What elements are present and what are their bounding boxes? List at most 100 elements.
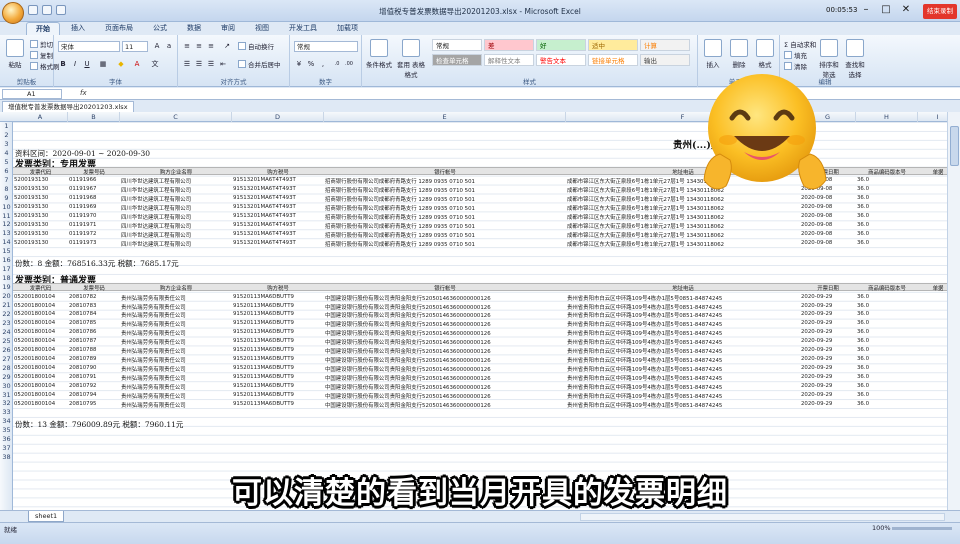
font-name-select[interactable]: 宋体: [58, 41, 120, 52]
row-header[interactable]: 19: [0, 283, 13, 291]
close-icon[interactable]: ✕: [900, 4, 912, 16]
row-header[interactable]: 36: [0, 435, 13, 443]
ribbon-tab[interactable]: 加载项: [328, 22, 367, 35]
row-header[interactable]: 27: [0, 355, 13, 363]
currency-icon[interactable]: ¥: [294, 59, 304, 69]
row-header[interactable]: 17: [0, 265, 13, 273]
cell-style-item[interactable]: 警告文本: [536, 54, 586, 66]
align-middle-icon[interactable]: ≡: [194, 41, 204, 51]
column-header[interactable]: B: [68, 112, 120, 122]
conditional-format-button[interactable]: 条件格式: [364, 39, 394, 69]
row-header[interactable]: 14: [0, 238, 13, 246]
increase-decimal-icon[interactable]: .0: [332, 59, 342, 69]
grow-font-icon[interactable]: A: [152, 41, 162, 51]
fx-icon[interactable]: fx: [80, 89, 87, 97]
row-header[interactable]: 2: [0, 131, 13, 139]
row-header[interactable]: 38: [0, 453, 13, 461]
table-format-button[interactable]: 套用 表格格式: [396, 39, 426, 79]
row-header[interactable]: 24: [0, 328, 13, 336]
maximize-icon[interactable]: □: [880, 4, 892, 16]
ribbon-tab[interactable]: 审阅: [212, 22, 244, 35]
font-size-select[interactable]: 11: [122, 41, 148, 52]
column-header[interactable]: E: [324, 112, 566, 122]
ribbon-tab[interactable]: 公式: [144, 22, 176, 35]
row-header[interactable]: 11: [0, 212, 13, 220]
orientation-icon[interactable]: ↗: [222, 41, 232, 51]
row-header[interactable]: 21: [0, 301, 13, 309]
stop-recording-button[interactable]: 结束录制: [923, 4, 957, 19]
delete-cells-button[interactable]: 删除: [726, 39, 752, 69]
comma-icon[interactable]: ,: [318, 59, 328, 69]
row-header[interactable]: 18: [0, 274, 13, 282]
align-center-icon[interactable]: ☰: [194, 59, 204, 69]
column-header[interactable]: D: [232, 112, 324, 122]
align-top-icon[interactable]: ≡: [182, 41, 192, 51]
bold-icon[interactable]: B: [58, 59, 68, 69]
align-left-icon[interactable]: ☰: [182, 59, 192, 69]
column-header[interactable]: I: [918, 112, 947, 122]
column-header[interactable]: C: [120, 112, 232, 122]
row-header[interactable]: 30: [0, 382, 13, 390]
merge-center-button[interactable]: 合并后居中: [238, 59, 281, 69]
column-header[interactable]: A: [13, 112, 68, 122]
decrease-decimal-icon[interactable]: .00: [344, 59, 354, 69]
row-header[interactable]: 31: [0, 391, 13, 399]
row-header[interactable]: 37: [0, 444, 13, 452]
wrap-text-button[interactable]: 自动换行: [238, 41, 274, 51]
paste-button[interactable]: 粘贴: [2, 39, 28, 69]
autosum-button[interactable]: Σ 自动求和: [784, 39, 816, 49]
row-header[interactable]: 29: [0, 373, 13, 381]
copy-button[interactable]: 复制: [30, 50, 53, 60]
row-header[interactable]: 3: [0, 140, 13, 148]
number-format-select[interactable]: 常规: [294, 41, 358, 52]
cell-style-item[interactable]: 差: [484, 39, 534, 51]
phonetic-icon[interactable]: 文: [150, 59, 160, 69]
row-header[interactable]: 32: [0, 399, 13, 407]
underline-icon[interactable]: U: [82, 59, 92, 69]
find-select-button[interactable]: 查找和 选择: [842, 39, 868, 79]
ribbon-tab[interactable]: 页面布局: [96, 22, 142, 35]
row-header[interactable]: 6: [0, 167, 13, 175]
row-header[interactable]: 35: [0, 426, 13, 434]
insert-cells-button[interactable]: 插入: [700, 39, 726, 69]
row-header[interactable]: 33: [0, 408, 13, 416]
outdent-icon[interactable]: ⇤: [218, 59, 228, 69]
workbook-tab[interactable]: 增值税专普发票数据导出20201203.xlsx: [2, 101, 134, 112]
cell-style-item[interactable]: 解释性文本: [484, 54, 534, 66]
sheet-tab[interactable]: sheet1: [28, 511, 65, 522]
row-header[interactable]: 12: [0, 220, 13, 228]
row-header[interactable]: 7: [0, 176, 13, 184]
italic-icon[interactable]: I: [70, 59, 80, 69]
border-icon[interactable]: ▦: [98, 59, 108, 69]
row-header[interactable]: 9: [0, 194, 13, 202]
row-header[interactable]: 26: [0, 346, 13, 354]
cell-style-item[interactable]: 输出: [640, 54, 690, 66]
row-header[interactable]: 8: [0, 185, 13, 193]
row-header[interactable]: 34: [0, 417, 13, 425]
row-header[interactable]: 10: [0, 203, 13, 211]
vertical-scrollbar[interactable]: [947, 112, 960, 510]
row-header[interactable]: 25: [0, 337, 13, 345]
cell-style-item[interactable]: 适中: [588, 39, 638, 51]
row-header[interactable]: 15: [0, 247, 13, 255]
ribbon-tab[interactable]: 数据: [178, 22, 210, 35]
column-header[interactable]: H: [856, 112, 918, 122]
format-cells-button[interactable]: 格式: [752, 39, 778, 69]
zoom-slider[interactable]: [892, 527, 952, 530]
cell-style-item[interactable]: 常规: [432, 39, 482, 51]
font-color-icon[interactable]: A: [132, 59, 142, 69]
scroll-thumb[interactable]: [950, 126, 959, 166]
row-header[interactable]: 5: [0, 158, 13, 166]
row-header[interactable]: 1: [0, 122, 13, 130]
row-header[interactable]: 23: [0, 319, 13, 327]
ribbon-tab[interactable]: 插入: [62, 22, 94, 35]
cell-style-item[interactable]: 检查单元格: [432, 54, 482, 66]
cell-style-item[interactable]: 好: [536, 39, 586, 51]
align-right-icon[interactable]: ☰: [206, 59, 216, 69]
row-header[interactable]: 28: [0, 364, 13, 372]
fill-color-icon[interactable]: ◆: [116, 59, 126, 69]
minimize-icon[interactable]: –: [860, 4, 872, 16]
row-header[interactable]: 20: [0, 292, 13, 300]
row-header[interactable]: 22: [0, 310, 13, 318]
row-header[interactable]: 4: [0, 149, 13, 157]
